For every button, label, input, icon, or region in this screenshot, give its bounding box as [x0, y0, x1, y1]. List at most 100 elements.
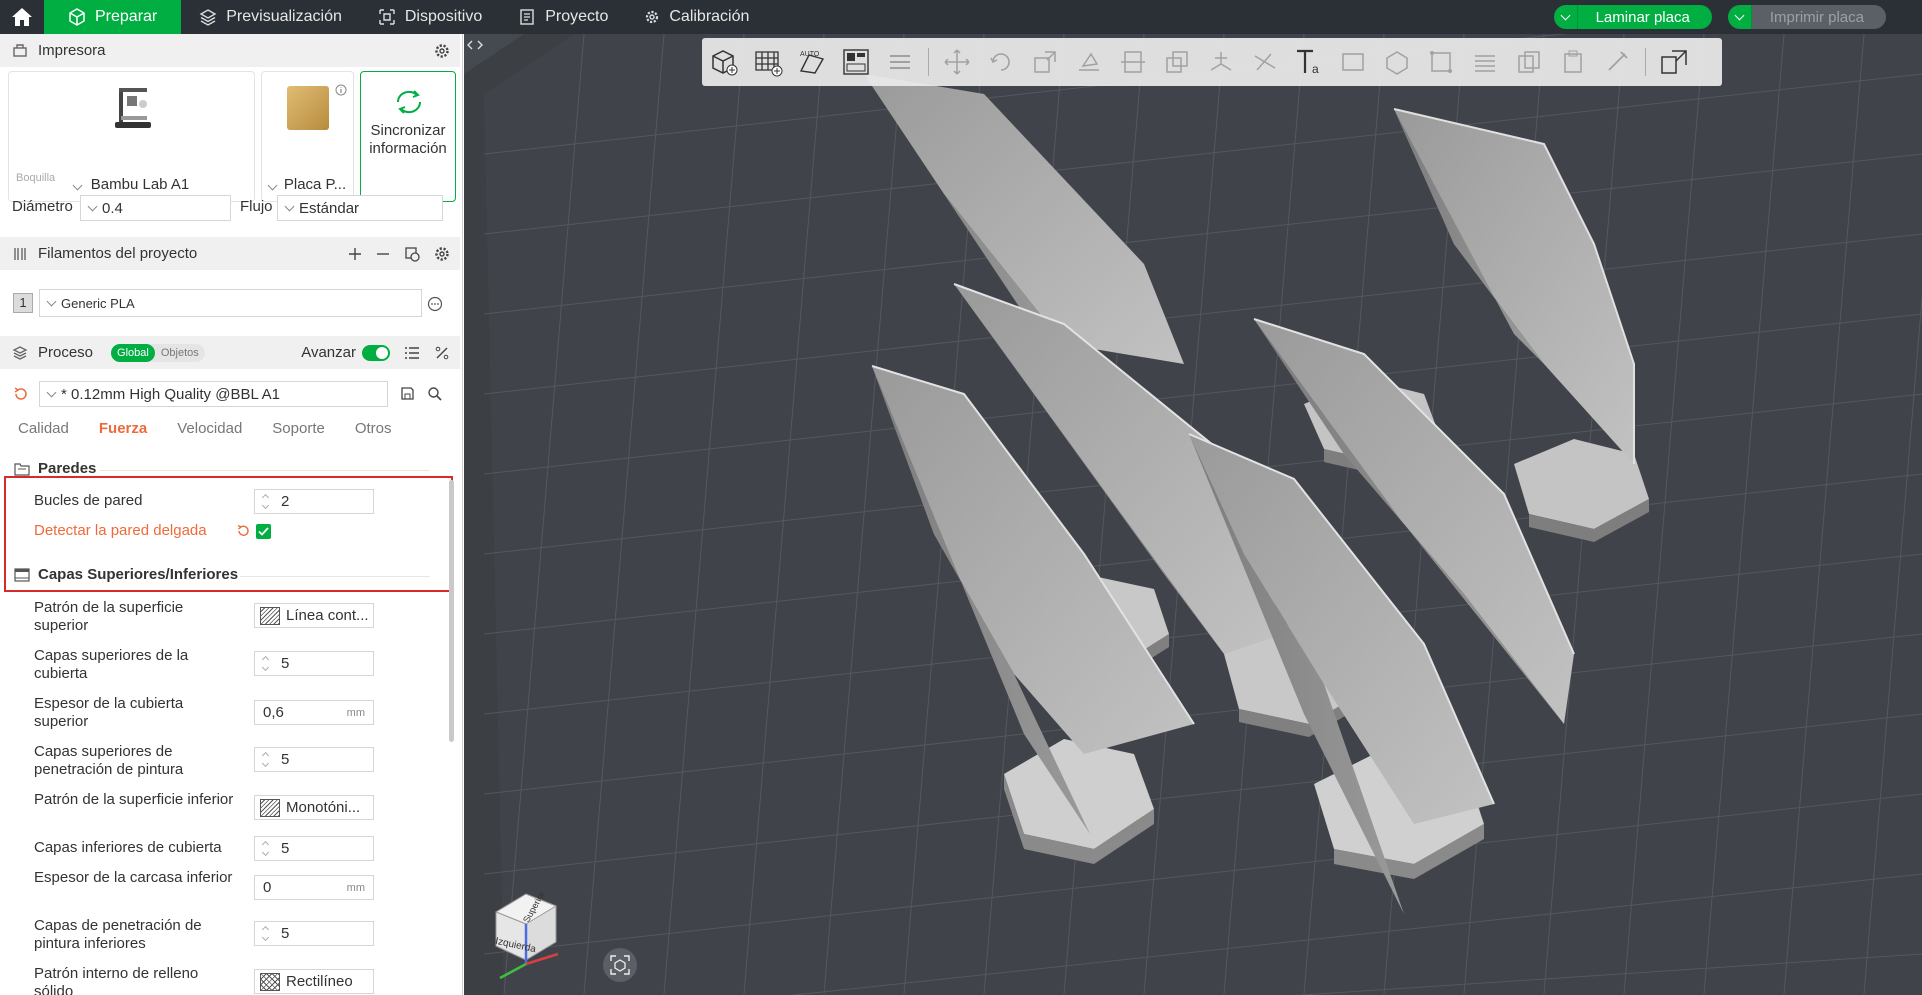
add-icon[interactable] [348, 247, 362, 261]
3d-viewport[interactable]: AUTO a Superior Izquierda [464, 34, 1922, 995]
scale-button[interactable] [1029, 46, 1061, 78]
auto-orient-icon: AUTO [799, 51, 825, 74]
explode-view-button[interactable] [1658, 46, 1690, 78]
sync-info-button[interactable]: Sincronizar información [360, 71, 456, 202]
more-options-icon[interactable] [427, 296, 443, 312]
top-pattern-select[interactable]: Línea cont... [254, 603, 374, 628]
bottom-thickness-input[interactable]: 0 mm [254, 875, 374, 900]
scope-toggle[interactable]: Global Objetos [111, 343, 205, 362]
infill-pattern-select[interactable]: Rectilíneo [254, 969, 374, 994]
print-plate-button[interactable]: Imprimir placa [1727, 5, 1886, 29]
remove-icon[interactable] [376, 247, 390, 261]
paste-button[interactable] [1557, 46, 1589, 78]
list-icon[interactable] [404, 345, 420, 361]
chevron-down-icon[interactable] [1727, 5, 1752, 29]
tab-preview[interactable]: Previsualización [181, 0, 360, 34]
percent-icon[interactable] [434, 345, 450, 361]
walls-icon [14, 462, 30, 476]
reset-icon[interactable] [13, 386, 29, 402]
add-object-button[interactable] [708, 46, 740, 78]
split-button[interactable] [884, 46, 916, 78]
subtab-speed[interactable]: Velocidad [177, 420, 242, 437]
top-paint-layers-label: Capas superiores de penetración de pintu… [34, 743, 184, 778]
thin-wall-checkbox[interactable] [256, 524, 271, 539]
settings-icon[interactable] [434, 43, 450, 59]
stepper-arrows[interactable] [257, 748, 273, 771]
measure-button[interactable] [1337, 46, 1369, 78]
reset-icon[interactable] [236, 524, 250, 538]
bottom-pattern-value: Monotóni... [286, 799, 361, 816]
measure-icon [1342, 53, 1364, 71]
rotate-button[interactable] [985, 46, 1017, 78]
stepper-arrows[interactable] [257, 490, 273, 513]
split-icon [890, 55, 910, 69]
search-icon[interactable] [427, 386, 443, 402]
variable-layer-button[interactable] [1469, 46, 1501, 78]
chevron-down-icon [87, 201, 98, 211]
subtab-others[interactable]: Otros [355, 420, 392, 437]
tab-project[interactable]: Proyecto [500, 0, 626, 34]
plate-card[interactable]: Placa P... [261, 71, 354, 202]
support-paint-button[interactable] [1205, 46, 1237, 78]
sync-icon [396, 90, 422, 114]
top-bar: Preparar Previsualización Dispositivo Pr… [0, 0, 1922, 34]
scrollbar[interactable] [449, 480, 454, 742]
bottom-paint-layers-input[interactable]: 5 [254, 921, 374, 946]
process-subtabs: Calidad Fuerza Velocidad Soporte Otros [18, 420, 392, 437]
arrange-button[interactable] [840, 46, 872, 78]
collapse-panel-icon[interactable] [466, 38, 484, 52]
assembly-button[interactable] [1381, 46, 1413, 78]
layers-icon [199, 9, 217, 26]
tab-prepare[interactable]: Preparar [44, 0, 182, 34]
copy-button[interactable] [1513, 46, 1545, 78]
top-thickness-input[interactable]: 0,6 mm [254, 700, 374, 725]
mesh-button[interactable] [1425, 46, 1457, 78]
info-icon[interactable] [335, 84, 347, 96]
seam-paint-button[interactable] [1249, 46, 1281, 78]
stepper-arrows[interactable] [257, 652, 273, 675]
filament-sync-icon[interactable] [404, 246, 420, 262]
reset-view-button[interactable] [603, 948, 637, 982]
bottom-pattern-select[interactable]: Monotóni... [254, 795, 374, 820]
wall-loops-input[interactable]: 2 [254, 489, 374, 514]
stepper-arrows[interactable] [257, 922, 273, 945]
tab-calibration[interactable]: Calibración [626, 0, 767, 34]
process-section-header: Proceso Global Objetos Avanzar [0, 336, 460, 369]
bottom-layers-label: Capas inferiores de cubierta [34, 839, 222, 856]
settings-icon[interactable] [434, 246, 450, 262]
boolean-icon [1166, 51, 1188, 73]
bottom-layers-input[interactable]: 5 [254, 836, 374, 861]
top-thickness-label: Espesor de la cubierta superior [34, 695, 184, 730]
bottom-pattern-label: Patrón de la superficie inferior [34, 791, 234, 808]
diameter-select[interactable]: 0.4 [80, 195, 231, 221]
advanced-switch[interactable] [362, 344, 390, 361]
subtab-quality[interactable]: Calidad [18, 420, 69, 437]
add-plate-button[interactable] [752, 46, 784, 78]
flow-select[interactable]: Estándar [277, 195, 443, 221]
delete-button[interactable] [1601, 46, 1633, 78]
text-tool-button[interactable]: a [1293, 46, 1325, 78]
tab-device[interactable]: Dispositivo [360, 0, 500, 34]
top-paint-layers-input[interactable]: 5 [254, 747, 374, 772]
slice-plate-button[interactable]: Laminar placa [1553, 5, 1712, 29]
cut-button[interactable] [1117, 46, 1149, 78]
boolean-button[interactable] [1161, 46, 1193, 78]
diameter-value: 0.4 [102, 199, 123, 217]
subtab-support[interactable]: Soporte [272, 420, 325, 437]
stepper-arrows[interactable] [257, 837, 273, 860]
scope-global-option[interactable]: Global [111, 343, 155, 362]
auto-orient-button[interactable]: AUTO [796, 46, 828, 78]
infill-pattern-value: Rectilíneo [286, 973, 353, 990]
shell-icon [14, 567, 30, 582]
view-cube[interactable]: Superior Izquierda [486, 882, 576, 982]
save-icon[interactable] [400, 386, 415, 401]
move-button[interactable] [941, 46, 973, 78]
lay-on-face-button[interactable] [1073, 46, 1105, 78]
process-preset-select[interactable]: * 0.12mm High Quality @BBL A1 [39, 381, 388, 407]
filament-select[interactable]: Generic PLA [39, 289, 422, 317]
chevron-down-icon[interactable] [1554, 5, 1578, 29]
scope-objects-option[interactable]: Objetos [155, 344, 205, 362]
home-button[interactable] [0, 0, 44, 34]
subtab-strength[interactable]: Fuerza [99, 420, 147, 437]
top-layers-input[interactable]: 5 [254, 651, 374, 676]
